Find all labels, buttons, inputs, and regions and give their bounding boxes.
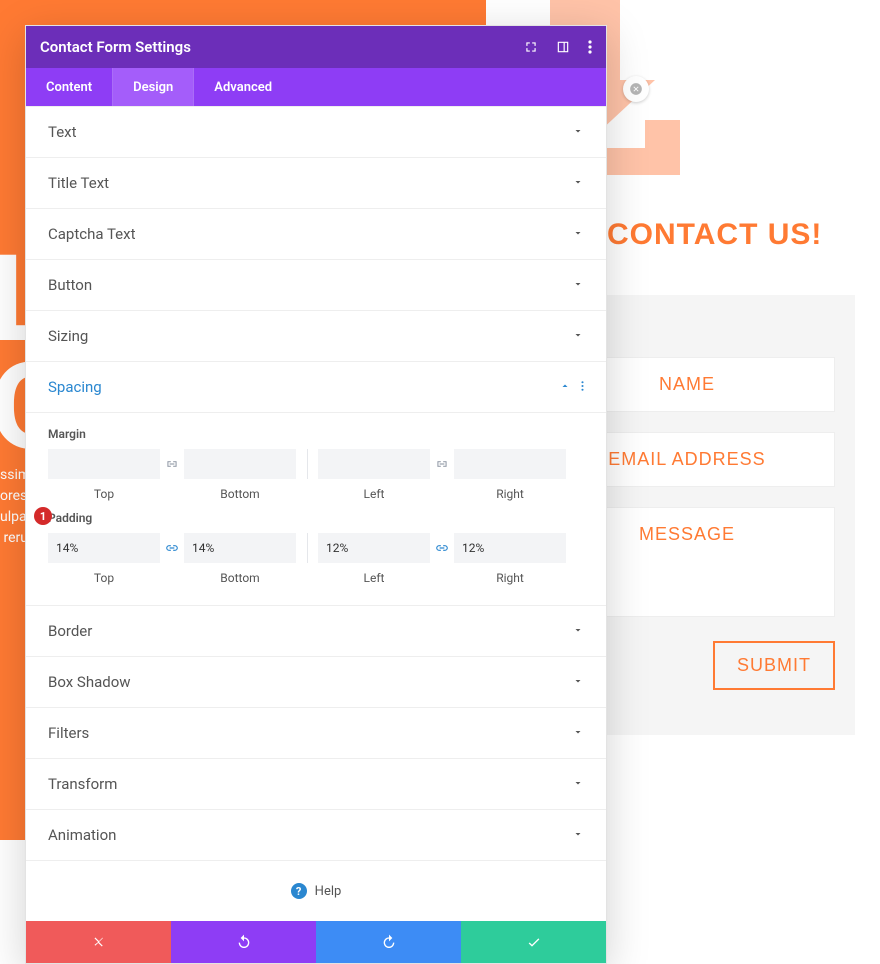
cancel-button[interactable]: [26, 921, 171, 963]
section-animation[interactable]: Animation: [26, 810, 606, 861]
margin-link-lr-icon[interactable]: [430, 449, 454, 479]
padding-label: Padding: [48, 511, 584, 525]
section-spacing[interactable]: Spacing: [26, 362, 606, 413]
label-top: Top: [94, 487, 114, 501]
contact-submit-button[interactable]: SUBMIT: [713, 641, 835, 690]
settings-modal: Contact Form Settings Content Design Adv…: [25, 25, 607, 964]
margin-label: Margin: [48, 427, 584, 441]
section-label: Transform: [48, 775, 117, 793]
label-bottom: Bottom: [220, 487, 259, 501]
kebab-menu-icon[interactable]: [588, 40, 592, 54]
expand-icon[interactable]: [524, 40, 538, 54]
help-label: Help: [315, 884, 342, 899]
padding-right-input[interactable]: [454, 533, 566, 563]
section-sizing[interactable]: Sizing: [26, 311, 606, 362]
section-label: Border: [48, 622, 92, 640]
label-bottom: Bottom: [220, 571, 259, 585]
close-settings-bubble[interactable]: [623, 76, 649, 102]
tab-design[interactable]: Design: [113, 68, 193, 106]
section-label: Spacing: [48, 378, 102, 396]
undo-button[interactable]: [171, 921, 316, 963]
undo-icon: [236, 934, 252, 950]
margin-bottom-input[interactable]: [184, 449, 296, 479]
close-icon: [92, 935, 106, 949]
label-left: Left: [364, 571, 385, 585]
section-label: Captcha Text: [48, 225, 135, 243]
chevron-down-icon: [572, 225, 584, 243]
section-box-shadow[interactable]: Box Shadow: [26, 657, 606, 708]
section-border[interactable]: Border: [26, 606, 606, 657]
section-label: Sizing: [48, 327, 88, 345]
margin-top-input[interactable]: [48, 449, 160, 479]
modal-body: Text Title Text Captcha Text Button Sizi…: [26, 106, 606, 921]
modal-footer: [26, 921, 606, 963]
section-captcha-text[interactable]: Captcha Text: [26, 209, 606, 260]
tab-advanced[interactable]: Advanced: [194, 68, 292, 106]
modal-header-actions: [524, 40, 592, 54]
spacing-content: Margin Top Bottom Left: [26, 413, 606, 606]
callout-badge-1: 1: [34, 507, 52, 525]
divider: [296, 533, 318, 563]
margin-link-tb-icon[interactable]: [160, 449, 184, 479]
label-right: Right: [496, 487, 524, 501]
section-label: Animation: [48, 826, 116, 844]
chevron-down-icon: [572, 775, 584, 793]
save-button[interactable]: [461, 921, 606, 963]
modal-title: Contact Form Settings: [40, 38, 191, 56]
chevron-down-icon: [572, 724, 584, 742]
label-right: Right: [496, 571, 524, 585]
chevron-down-icon: [572, 622, 584, 640]
contact-us-heading: CONTACT US!: [607, 218, 822, 252]
chevron-down-icon: [572, 826, 584, 844]
section-kebab-icon[interactable]: [581, 378, 584, 396]
padding-link-lr-icon[interactable]: [430, 533, 454, 563]
margin-left-input[interactable]: [318, 449, 430, 479]
close-icon: [629, 82, 643, 96]
divider: [296, 449, 318, 479]
section-label: Box Shadow: [48, 673, 131, 691]
section-filters[interactable]: Filters: [26, 708, 606, 759]
section-label: Text: [48, 123, 77, 141]
modal-header: Contact Form Settings: [26, 26, 606, 68]
padding-top-input[interactable]: [48, 533, 160, 563]
chevron-up-icon: [559, 378, 571, 396]
padding-link-tb-icon[interactable]: [160, 533, 184, 563]
margin-right-input[interactable]: [454, 449, 566, 479]
padding-left-input[interactable]: [318, 533, 430, 563]
modal-tabs: Content Design Advanced: [26, 68, 606, 106]
help-icon: ?: [291, 883, 307, 899]
margin-controls: Top Bottom Left Right: [48, 449, 584, 501]
check-icon: [526, 934, 542, 950]
label-top: Top: [94, 571, 114, 585]
tab-content[interactable]: Content: [26, 68, 112, 106]
redo-icon: [381, 934, 397, 950]
section-button[interactable]: Button: [26, 260, 606, 311]
section-label: Title Text: [48, 174, 109, 192]
label-left: Left: [364, 487, 385, 501]
section-label: Filters: [48, 724, 89, 742]
section-label: Button: [48, 276, 92, 294]
chevron-down-icon: [572, 174, 584, 192]
padding-bottom-input[interactable]: [184, 533, 296, 563]
redo-button[interactable]: [316, 921, 461, 963]
snap-panel-icon[interactable]: [556, 40, 570, 54]
chevron-down-icon: [572, 123, 584, 141]
padding-controls: Top Bottom Left Right: [48, 533, 584, 585]
chevron-down-icon: [572, 327, 584, 345]
help-link[interactable]: ? Help: [26, 861, 606, 921]
chevron-down-icon: [572, 276, 584, 294]
section-title-text[interactable]: Title Text: [26, 158, 606, 209]
section-text[interactable]: Text: [26, 106, 606, 158]
chevron-down-icon: [572, 673, 584, 691]
section-transform[interactable]: Transform: [26, 759, 606, 810]
